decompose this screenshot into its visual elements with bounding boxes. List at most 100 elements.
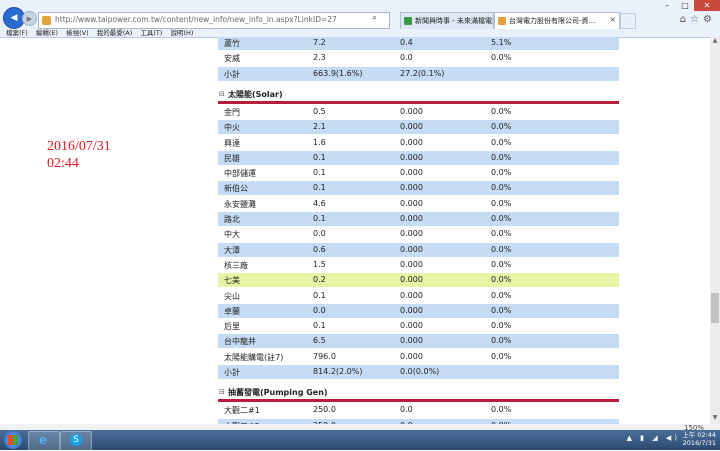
generation-value: 0.000: [400, 229, 423, 239]
section-header-pumping[interactable]: ⊟ 抽蓄發電(Pumping Gen): [218, 384, 619, 403]
capacity-value: 663.9(1.6%): [313, 68, 363, 78]
station-name: 卓蘭: [224, 306, 240, 316]
site-favicon-icon: [42, 16, 51, 25]
generation-value: 0.4: [400, 38, 413, 47]
tab-favicon-icon: [404, 17, 412, 25]
time-text: 02:44: [47, 156, 79, 171]
table-row: 安威 2.3 0.0 0.0%: [218, 51, 619, 67]
generation-value: 0.000: [400, 152, 423, 162]
table-row: 台中龍井 6.5 0.000 0.0%: [218, 334, 619, 350]
table-row: 小計 814.2(2.0%) 0.0(0.0%): [218, 365, 619, 380]
table-row: 中火 2.1 0.000 0.0%: [218, 120, 619, 136]
capacity-value: 7.2: [313, 38, 326, 47]
table-row: 尖山 0.1 0.000 0.0%: [218, 288, 619, 304]
station-name: 中火: [224, 123, 240, 133]
menu-favorites[interactable]: 我的最愛(A): [97, 29, 133, 37]
table-row: 七美 0.2 0.000 0.0%: [218, 273, 619, 289]
start-button[interactable]: [4, 431, 22, 449]
capacity-value: 796.0: [313, 351, 336, 361]
address-search-icon[interactable]: ⌕: [372, 13, 377, 23]
station-name: 新伯公: [224, 184, 248, 194]
system-tray-icons[interactable]: ▲ ▮ ◢ ◀): [627, 434, 680, 442]
capacity-value: 0.1: [313, 321, 326, 331]
section-header-solar[interactable]: ⊟ 太陽能(Solar): [218, 85, 619, 104]
table-row: 大觀二#1 250.0 0.0 0.0%: [218, 403, 619, 419]
station-name: 安威: [224, 54, 240, 64]
capacity-value: 0.1: [313, 183, 326, 193]
tab-label: 新聞與時事 - 未來滿檔電影 -...: [415, 17, 493, 25]
generation-value: 0.000: [400, 106, 423, 116]
capacity-value: 2.1: [313, 122, 326, 132]
tab-favicon-icon: [498, 17, 506, 25]
utilization-value: 0.0%: [491, 214, 512, 223]
favorites-star-icon[interactable]: ☆: [690, 14, 703, 25]
utilization-value: 0.0%: [491, 152, 512, 162]
utilization-value: 0.0%: [491, 275, 512, 285]
menu-view[interactable]: 檢視(V): [66, 29, 89, 37]
taskbar-ie-icon[interactable]: [28, 431, 60, 451]
tab-close-icon[interactable]: ×: [609, 15, 616, 24]
station-name: 小計: [224, 69, 240, 79]
maximize-button[interactable]: □: [676, 0, 694, 11]
table-row: 核三廠 1.5 0.000 0.0%: [218, 257, 619, 273]
menu-tools[interactable]: 工具(T): [140, 29, 162, 37]
forward-button[interactable]: ▶: [22, 11, 37, 26]
generation-value: 0.000: [400, 259, 423, 269]
browser-chrome: ◀ ▶ http://www.taipower.com.tw/content/n…: [0, 0, 720, 38]
station-name: 核三廠: [224, 260, 248, 270]
taskbar-skype-icon[interactable]: [60, 431, 92, 451]
table-row: 后里 0.1 0.000 0.0%: [218, 319, 619, 335]
window-controls: – □ ✕: [658, 0, 720, 12]
menu-edit[interactable]: 編輯(E): [36, 29, 58, 37]
scroll-up-arrow-icon[interactable]: ▲: [710, 37, 720, 47]
capacity-value: 0.0: [313, 305, 326, 315]
scroll-down-arrow-icon[interactable]: ▼: [710, 414, 720, 424]
close-window-button[interactable]: ✕: [694, 0, 720, 11]
station-name: 金門: [224, 107, 240, 117]
table-row: 中大 0.0 0.000 0.0%: [218, 227, 619, 243]
menu-help[interactable]: 說明(H): [171, 29, 194, 37]
vertical-scrollbar[interactable]: ▲ ▼: [710, 37, 720, 424]
gear-icon[interactable]: ⚙: [703, 14, 716, 25]
station-name: 太陽能購電(註7): [224, 352, 284, 362]
generation-value: 0.0: [400, 405, 413, 415]
utilization-value: 0.0%: [491, 137, 512, 147]
section-divider: [218, 399, 619, 403]
table-row: 太陽能購電(註7) 796.0 0.000 0.0%: [218, 349, 619, 365]
utilization-value: 0.0%: [491, 351, 512, 361]
toolbar-icons: ⌂☆⚙: [680, 14, 716, 25]
utilization-value: 0.0%: [491, 290, 512, 300]
generation-value: 0.000: [400, 336, 423, 346]
menu-file[interactable]: 檔案(F): [6, 29, 28, 37]
table-row: 小計 663.9(1.6%) 27.2(0.1%): [218, 66, 619, 82]
taskbar-date: 2016/7/31: [682, 439, 716, 447]
capacity-value: 0.1: [313, 290, 326, 300]
utilization-value: 0.0%: [491, 336, 512, 346]
generation-value: 0.000: [400, 137, 423, 147]
station-name: 路北: [224, 215, 240, 224]
collapse-icon[interactable]: ⊟: [219, 90, 225, 98]
station-name: 興達: [224, 138, 240, 148]
table-row: 蘆竹 7.2 0.4 5.1%: [218, 37, 619, 51]
utilization-value: 0.0%: [491, 53, 512, 63]
station-name: 中大: [224, 230, 240, 240]
scroll-thumb[interactable]: [711, 293, 719, 323]
taskbar: ▲ ▮ ◢ ◀) 上午 02:44 2016/7/31: [0, 430, 720, 451]
taskbar-clock[interactable]: 上午 02:44 2016/7/31: [682, 431, 716, 447]
timestamp-overlay: 2016/07/31 02:44: [47, 138, 111, 172]
minimize-button[interactable]: –: [658, 0, 676, 11]
station-name: 大潭: [224, 245, 240, 255]
station-name: 七美: [224, 276, 240, 286]
utilization-value: 0.0%: [491, 183, 512, 193]
generation-value: 0.000: [400, 351, 423, 361]
generation-value: 0.000: [400, 214, 423, 223]
url-text[interactable]: http://www.taipower.com.tw/content/new_i…: [55, 15, 337, 24]
utilization-value: 0.0%: [491, 405, 512, 415]
table-row: 中部儲運 0.1 0.000 0.0%: [218, 166, 619, 182]
generation-value: 0.000: [400, 275, 423, 285]
collapse-icon[interactable]: ⊟: [219, 388, 225, 396]
capacity-value: 1.6: [313, 137, 326, 147]
utilization-value: 0.0%: [491, 321, 512, 331]
home-icon[interactable]: ⌂: [680, 14, 690, 25]
section-divider: [218, 100, 619, 104]
